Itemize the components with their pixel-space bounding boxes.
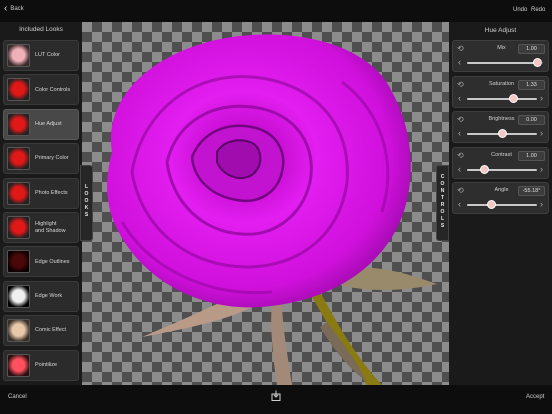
- look-item-color-controls[interactable]: Color Controls: [3, 74, 79, 106]
- slider-knob[interactable]: [480, 164, 489, 174]
- look-label: Highlight and Shadow: [35, 221, 66, 234]
- control-saturation: ⟲ Saturation 1.33 ‹ ›: [452, 75, 549, 108]
- controls-panel: Hue Adjust ⟲ Mix 1.00 ‹ › ⟲ Saturation 1.33 ‹ › ⟲ B…: [449, 22, 552, 385]
- look-item-hue-adjust[interactable]: Hue Adjust: [3, 108, 79, 140]
- look-label: Hue Adjust: [35, 121, 62, 128]
- chevron-left-icon: ‹: [4, 3, 8, 14]
- looks-panel-title: Included Looks: [19, 26, 63, 33]
- slider-knob[interactable]: [487, 200, 496, 209]
- tab-letter: N: [440, 188, 445, 194]
- look-thumbnail: [7, 319, 30, 343]
- tab-letter: O: [440, 181, 445, 187]
- look-thumbnail: [7, 284, 30, 308]
- chevron-left-icon[interactable]: ‹: [458, 199, 461, 209]
- control-contrast: ⟲ Contrast 1.00 ‹ ›: [452, 146, 549, 179]
- control-value-field[interactable]: 0.00: [518, 115, 545, 125]
- control-value-field[interactable]: 1.00: [518, 44, 545, 54]
- control-value-field[interactable]: 1.00: [518, 150, 545, 161]
- slider-track[interactable]: [467, 97, 537, 100]
- look-label: Primary Color: [35, 155, 69, 162]
- chevron-right-icon[interactable]: ›: [540, 128, 543, 138]
- back-label: Back: [10, 6, 24, 12]
- controls-panel-title: Hue Adjust: [484, 27, 517, 34]
- looks-panel: Included Looks LUT Color Color Controls Hu…: [0, 22, 82, 385]
- look-thumbnail: [7, 112, 30, 136]
- accept-button[interactable]: Accept: [526, 394, 544, 400]
- undo-button[interactable]: Undo: [513, 7, 527, 13]
- tab-letter: R: [440, 202, 445, 208]
- look-label: Pointilize: [35, 361, 58, 368]
- slider-track[interactable]: [467, 62, 537, 64]
- bottom-bar: Cancel Accept: [0, 385, 552, 414]
- slider-knob[interactable]: [497, 129, 507, 138]
- control-mix: ⟲ Mix 1.00 ‹ ›: [452, 40, 549, 72]
- look-item-pointilize[interactable]: Pointilize: [3, 349, 79, 381]
- tab-letter: O: [84, 191, 89, 197]
- look-item-photo-effects[interactable]: Photo Effects: [3, 177, 79, 209]
- look-item-lut-color[interactable]: LUT Color: [3, 40, 79, 71]
- look-item-comic-effect[interactable]: Comic Effect: [3, 315, 79, 347]
- chevron-right-icon[interactable]: ›: [540, 57, 543, 67]
- look-item-primary-color[interactable]: Primary Color: [3, 143, 79, 175]
- save-icon[interactable]: [271, 390, 281, 401]
- chevron-right-icon[interactable]: ›: [540, 93, 543, 103]
- chevron-right-icon[interactable]: ›: [540, 199, 543, 209]
- look-thumbnail: [7, 147, 30, 171]
- slider-track[interactable]: [467, 204, 537, 206]
- chevron-left-icon[interactable]: ‹: [458, 128, 461, 138]
- top-bar: ‹ Back Undo Redo: [0, 0, 552, 22]
- look-thumbnail: [7, 44, 30, 67]
- look-label: Comic Effect: [35, 327, 67, 334]
- chevron-left-icon[interactable]: ‹: [458, 93, 461, 103]
- look-item-highlight-and-shadow[interactable]: Highlight and Shadow: [3, 212, 79, 243]
- tab-letter: S: [84, 212, 89, 218]
- tab-letter: K: [84, 205, 89, 211]
- control-value-field[interactable]: 1.33: [518, 79, 545, 90]
- look-item-edge-work[interactable]: Edge Work: [3, 280, 79, 312]
- look-thumbnail: [7, 353, 30, 377]
- chevron-left-icon[interactable]: ‹: [458, 57, 461, 67]
- image-canvas[interactable]: [82, 22, 449, 385]
- cancel-button[interactable]: Cancel: [8, 394, 27, 400]
- redo-button[interactable]: Redo: [531, 7, 545, 13]
- looks-tab[interactable]: LOOKS: [80, 165, 93, 241]
- tab-letter: O: [440, 209, 445, 215]
- look-label: Photo Effects: [35, 189, 68, 196]
- slider-track[interactable]: [467, 168, 537, 171]
- rose-image: [107, 34, 437, 385]
- tab-letter: T: [440, 195, 445, 201]
- chevron-left-icon[interactable]: ‹: [458, 164, 461, 174]
- control-angle: ⟲ Angle -55.18° ‹ ›: [452, 182, 549, 214]
- look-label: LUT Color: [35, 52, 60, 59]
- tab-letter: S: [440, 223, 445, 229]
- chevron-right-icon[interactable]: ›: [540, 164, 543, 174]
- control-brightness: ⟲ Brightness 0.00 ‹ ›: [452, 111, 549, 143]
- tab-letter: L: [440, 216, 445, 222]
- look-thumbnail: [7, 78, 30, 102]
- look-thumbnail: [7, 181, 30, 205]
- control-value-field[interactable]: -55.18°: [518, 186, 545, 196]
- tab-letter: L: [84, 184, 89, 190]
- look-label: Edge Outlines: [35, 258, 70, 265]
- look-label: Edge Work: [35, 293, 63, 300]
- look-thumbnail: [7, 216, 30, 239]
- tab-letter: O: [84, 198, 89, 204]
- look-label: Color Controls: [35, 86, 71, 93]
- tab-letter: C: [440, 174, 445, 180]
- slider-knob[interactable]: [508, 93, 518, 103]
- look-item-edge-outlines[interactable]: Edge Outlines: [3, 246, 79, 278]
- back-button[interactable]: ‹ Back: [4, 4, 24, 14]
- controls-tab[interactable]: CONTROLS: [436, 165, 449, 241]
- look-thumbnail: [7, 250, 30, 274]
